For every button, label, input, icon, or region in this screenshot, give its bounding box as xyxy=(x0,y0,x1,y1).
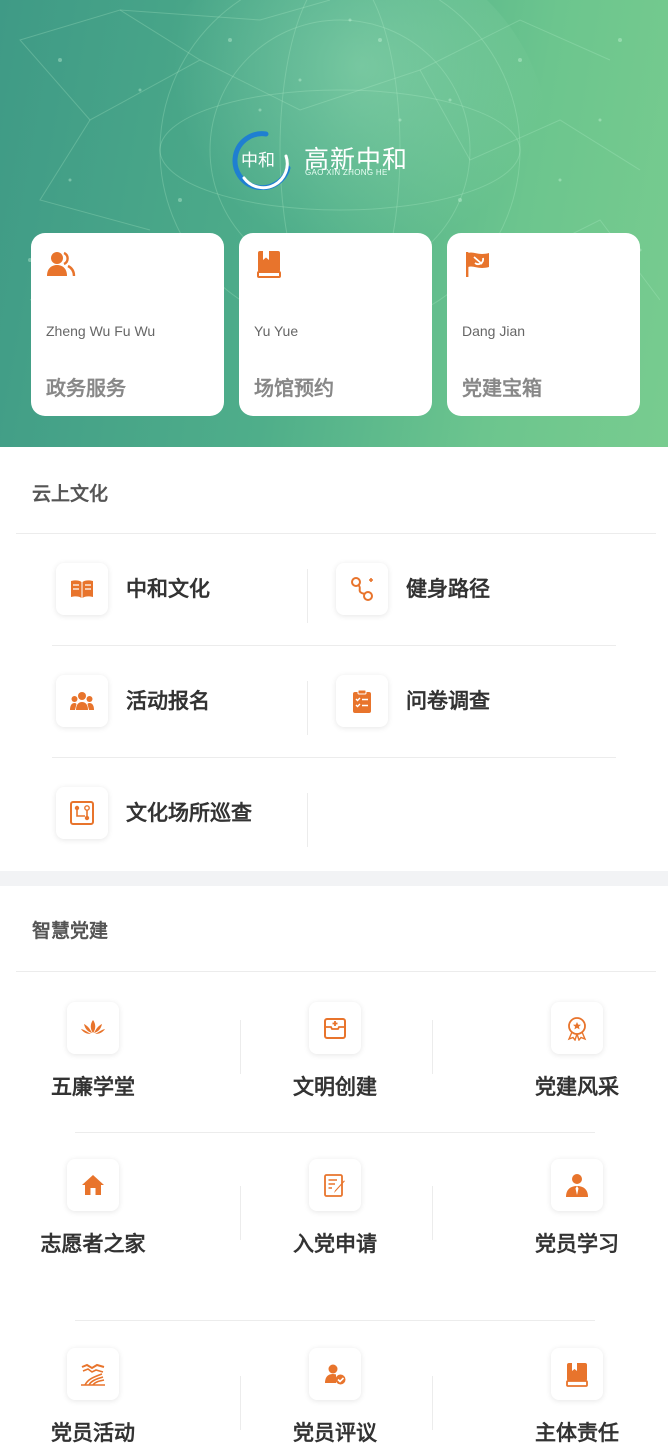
menu-item-label: 入党申请 xyxy=(293,1232,377,1256)
menu-item-venue-inspection[interactable]: 文化场所巡查 xyxy=(56,757,306,869)
menu-item-label: 党员评议 xyxy=(293,1421,377,1445)
icon-tile xyxy=(551,1002,603,1054)
party-flag-icon xyxy=(466,252,489,277)
person-tie-icon xyxy=(566,1174,588,1197)
menu-item-label: 志愿者之家 xyxy=(40,1232,146,1256)
icon-tile xyxy=(309,1002,361,1054)
menu-item-zhonghe-culture[interactable]: 中和文化 xyxy=(56,533,306,645)
icon-tile xyxy=(309,1159,361,1211)
divider xyxy=(307,793,308,847)
card-party-toolbox[interactable]: Dang Jian 党建宝箱 xyxy=(447,233,640,416)
menu-item-label: 党建风采 xyxy=(535,1075,619,1099)
clipboard-checklist-icon xyxy=(353,689,371,713)
logo-english-name: GAO XIN ZHONG HE xyxy=(305,168,388,177)
section-title: 智慧党建 xyxy=(32,920,109,942)
icon-tile xyxy=(67,1348,119,1400)
menu-item-survey[interactable]: 问卷调查 xyxy=(336,645,586,757)
menu-item-label: 党员学习 xyxy=(535,1232,619,1256)
menu-item-event-signup[interactable]: 活动报名 xyxy=(56,645,306,757)
card-title: 政务服务 xyxy=(46,376,126,400)
cloud-culture-section: 云上文化 中和文化 健身路径 活动报名 问卷调查 文化场所巡查 xyxy=(0,447,668,871)
logo-mark-icon: 中和 xyxy=(232,131,291,190)
home-icon xyxy=(82,1175,104,1195)
menu-item-label: 中和文化 xyxy=(126,577,210,601)
card-pinyin: Zheng Wu Fu Wu xyxy=(46,323,156,339)
divider xyxy=(432,1376,433,1430)
icon-tile xyxy=(551,1159,603,1211)
section-title: 云上文化 xyxy=(32,483,109,505)
card-title: 党建宝箱 xyxy=(462,376,542,400)
divider xyxy=(240,1376,241,1430)
great-wall-icon xyxy=(81,1363,105,1386)
header-banner: 中和 高新中和 GAO XIN ZHONG HE Zheng Wu Fu Wu … xyxy=(0,0,668,447)
menu-item-label: 问卷调查 xyxy=(406,689,490,713)
divider xyxy=(240,1020,241,1074)
logo-mark-text: 中和 xyxy=(241,151,275,171)
group-icon xyxy=(70,692,94,710)
book-bookmark-icon xyxy=(566,1363,588,1387)
menu-item-label: 活动报名 xyxy=(126,689,210,713)
menu-item-label: 主体责任 xyxy=(535,1421,619,1445)
icon-tile xyxy=(336,675,388,727)
smart-party-section: 智慧党建 五廉学堂 文明创建 党建风采 志愿者之家 入党申请 党员学习 党员活动… xyxy=(0,886,668,1452)
medical-box-icon xyxy=(324,1018,346,1039)
menu-item-label: 健身路径 xyxy=(406,577,490,601)
user-check-icon xyxy=(325,1364,346,1385)
card-pinyin: Dang Jian xyxy=(462,323,526,339)
lotus-icon xyxy=(81,1020,105,1034)
icon-tile xyxy=(309,1348,361,1400)
menu-item-label: 文明创建 xyxy=(293,1075,377,1099)
icon-tile xyxy=(56,563,108,615)
card-government-services[interactable]: Zheng Wu Fu Wu 政务服务 xyxy=(31,233,224,416)
book-icon xyxy=(257,251,281,278)
app-logo: 中和 高新中和 GAO XIN ZHONG HE xyxy=(226,128,426,190)
icon-tile xyxy=(56,675,108,727)
users-icon xyxy=(47,251,76,277)
divider xyxy=(240,1186,241,1240)
route-icon xyxy=(351,577,373,601)
divider xyxy=(432,1020,433,1074)
award-badge-icon xyxy=(567,1017,587,1041)
card-pinyin: Yu Yue xyxy=(254,323,299,339)
icon-tile xyxy=(67,1002,119,1054)
menu-item-label: 党员活动 xyxy=(51,1421,135,1445)
edit-document-icon xyxy=(324,1174,345,1197)
divider xyxy=(307,681,308,735)
card-title: 场馆预约 xyxy=(254,376,334,400)
divider xyxy=(75,1320,595,1321)
icon-tile xyxy=(67,1159,119,1211)
open-book-icon xyxy=(71,580,93,598)
menu-item-fitness-route[interactable]: 健身路径 xyxy=(336,533,586,645)
divider xyxy=(307,569,308,623)
icon-tile xyxy=(336,563,388,615)
icon-tile xyxy=(551,1348,603,1400)
menu-item-label: 五廉学堂 xyxy=(51,1075,135,1099)
menu-item-label: 文化场所巡查 xyxy=(126,801,252,825)
flowchart-icon xyxy=(70,801,94,825)
icon-tile xyxy=(56,787,108,839)
divider xyxy=(75,1132,595,1133)
divider xyxy=(16,971,656,972)
card-venue-booking[interactable]: Yu Yue 场馆预约 xyxy=(239,233,432,416)
divider xyxy=(432,1186,433,1240)
